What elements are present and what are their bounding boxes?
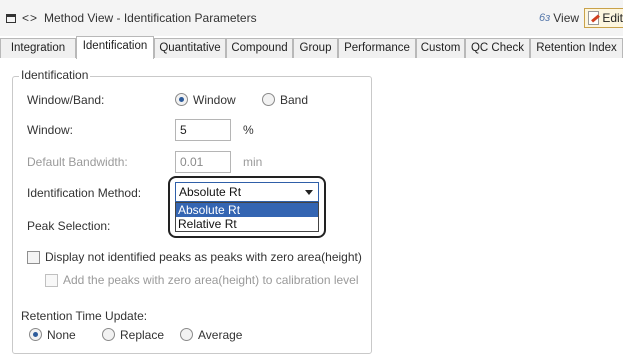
retention-time-update-label: Retention Time Update: xyxy=(21,309,148,323)
retention-replace-label[interactable]: Replace xyxy=(120,328,164,342)
band-radio[interactable] xyxy=(262,93,275,106)
view-button[interactable]: 6ɜ View xyxy=(539,11,579,25)
window-label: Window: xyxy=(27,123,74,137)
identification-method-label: Identification Method: xyxy=(27,186,142,200)
tab-qc-check[interactable]: QC Check xyxy=(465,38,530,58)
pencil-icon xyxy=(588,11,600,25)
edit-button[interactable]: Edit xyxy=(584,8,623,28)
tab-compound[interactable]: Compound xyxy=(226,38,293,58)
tab-identification[interactable]: Identification xyxy=(76,36,154,59)
peak-selection-label: Peak Selection: xyxy=(27,219,111,233)
window-input[interactable]: 5 xyxy=(175,119,231,141)
tab-custom[interactable]: Custom xyxy=(416,38,465,58)
tab-group[interactable]: Group xyxy=(293,38,338,58)
display-not-identified-checkbox[interactable] xyxy=(27,251,40,264)
option-absolute-rt[interactable]: Absolute Rt xyxy=(176,203,318,217)
window-pin-icon[interactable] xyxy=(6,13,16,23)
retention-none-radio[interactable] xyxy=(29,328,42,341)
edit-button-label: Edit xyxy=(602,11,623,25)
add-zero-peaks-checkbox xyxy=(45,274,58,287)
view-button-label: View xyxy=(553,11,580,25)
title-bar: <> Method View - Identification Paramete… xyxy=(0,0,623,36)
default-bandwidth-unit: min xyxy=(243,155,263,169)
identification-panel: Identification Window/Band: Window Band … xyxy=(0,58,623,362)
tab-strip: Integration Identification Quantitative … xyxy=(0,36,623,59)
identification-group-legend: Identification xyxy=(19,68,91,82)
window-unit: % xyxy=(243,123,254,137)
option-relative-rt[interactable]: Relative Rt xyxy=(176,217,318,231)
nav-arrows-icon[interactable]: <> xyxy=(22,11,38,25)
identification-method-value: Absolute Rt xyxy=(179,185,242,199)
identification-method-select[interactable]: Absolute Rt xyxy=(175,182,319,202)
tab-retention-index[interactable]: Retention Index xyxy=(530,38,623,58)
retention-average-radio[interactable] xyxy=(180,328,193,341)
window-radio[interactable] xyxy=(175,93,188,106)
dropdown-arrow-icon[interactable] xyxy=(305,190,313,195)
default-bandwidth-input: 0.01 xyxy=(175,151,231,173)
tab-integration[interactable]: Integration xyxy=(0,38,76,58)
add-zero-peaks-label: Add the peaks with zero area(height) to … xyxy=(63,273,359,287)
band-radio-label[interactable]: Band xyxy=(280,93,308,107)
retention-average-label[interactable]: Average xyxy=(198,328,242,342)
window-band-label: Window/Band: xyxy=(27,93,105,107)
window-radio-label[interactable]: Window xyxy=(193,93,236,107)
retention-replace-radio[interactable] xyxy=(102,328,115,341)
tab-quantitative[interactable]: Quantitative xyxy=(154,38,226,58)
retention-none-label[interactable]: None xyxy=(47,328,76,342)
glasses-icon: 6ɜ xyxy=(539,12,551,24)
default-bandwidth-label: Default Bandwidth: xyxy=(27,155,128,169)
tab-performance[interactable]: Performance xyxy=(338,38,416,58)
identification-method-dropdown: Absolute Rt Relative Rt xyxy=(175,202,319,232)
display-not-identified-label[interactable]: Display not identified peaks as peaks wi… xyxy=(45,250,362,264)
window-title: Method View - Identification Parameters xyxy=(44,11,257,25)
